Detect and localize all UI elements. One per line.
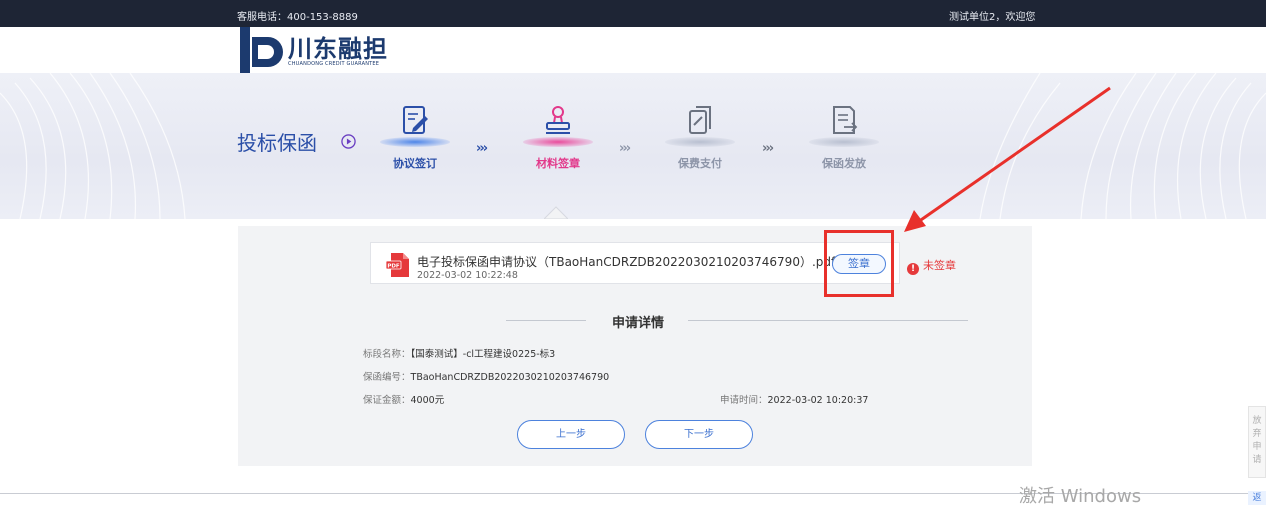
active-step-notch <box>544 206 568 219</box>
details-title: 申请详情 <box>611 316 664 331</box>
field-apply-time: 申请时间：2022-03-02 10:20:37 <box>720 395 869 406</box>
service-hotline: 客服电话：400-153-8889 <box>237 12 358 23</box>
play-circle-icon[interactable] <box>341 134 356 149</box>
banner-decoration <box>0 73 1266 219</box>
logo-mark-icon <box>240 27 283 73</box>
payment-icon <box>689 106 711 134</box>
progress-banner: 投标保函 协议签订 ››› 材料签章 ››› 保费支付 ››› 保函发放 <box>0 73 1266 219</box>
step-separator: ››› <box>476 141 488 156</box>
top-bar: 客服电话：400-153-8889 测试单位2，欢迎您 <box>0 0 1266 27</box>
step-payment[interactable]: 保费支付 <box>660 103 740 173</box>
welcome-user[interactable]: 测试单位2，欢迎您 <box>949 8 1035 23</box>
abandon-application-tab[interactable]: 放弃申请 <box>1248 406 1266 478</box>
pdf-file-icon: PDF <box>385 253 409 277</box>
step-label: 保费支付 <box>678 157 722 170</box>
banner-title: 投标保函 <box>237 131 317 155</box>
seal-stamp-icon <box>546 106 570 134</box>
windows-activation-watermark: 激活 Windows <box>1019 486 1142 507</box>
svg-text:PDF: PDF <box>387 263 400 269</box>
sign-status: ! 未签章 <box>907 257 956 275</box>
prev-step-button[interactable]: 上一步 <box>517 420 625 449</box>
field-section-name: 标段名称：【国泰测试】-cl工程建设0225-标3 <box>363 349 556 360</box>
annotation-highlight-box <box>824 230 894 297</box>
step-separator: ››› <box>619 141 631 156</box>
step-seal[interactable]: 材料签章 <box>518 103 598 173</box>
file-card[interactable]: PDF 电子投标保函申请协议（TBaoHanCDRZDB202203021020… <box>370 242 900 284</box>
logo-name-cn: 川东融担 <box>288 35 388 63</box>
sign-status-text: 未签章 <box>923 259 956 272</box>
details-heading: 申请详情 <box>238 312 1032 331</box>
step-label: 材料签章 <box>536 157 580 170</box>
step-issue[interactable]: 保函发放 <box>804 103 884 173</box>
file-date: 2022-03-02 10:22:48 <box>417 270 518 281</box>
document-edit-icon <box>403 106 428 134</box>
field-guarantee-no: 保函编号：TBaoHanCDRZDB2022030210203746790 <box>363 372 610 383</box>
step-separator: ››› <box>762 141 774 156</box>
warning-icon: ! <box>907 263 919 275</box>
step-agreement[interactable]: 协议签订 <box>375 103 455 173</box>
step-label: 协议签订 <box>393 157 437 170</box>
logo-name-en: CHUANDONG CREDIT GUARANTEE <box>288 61 380 67</box>
next-step-button[interactable]: 下一步 <box>645 420 753 449</box>
back-tab[interactable]: 返 <box>1248 491 1266 505</box>
file-name[interactable]: 电子投标保函申请协议（TBaoHanCDRZDB2022030210203746… <box>417 253 835 270</box>
document-issue-icon <box>833 106 858 134</box>
field-deposit: 保证金额：4000元 <box>363 395 445 406</box>
company-logo[interactable]: 川东融担 CHUANDONG CREDIT GUARANTEE <box>240 27 410 73</box>
step-label: 保函发放 <box>822 157 866 170</box>
